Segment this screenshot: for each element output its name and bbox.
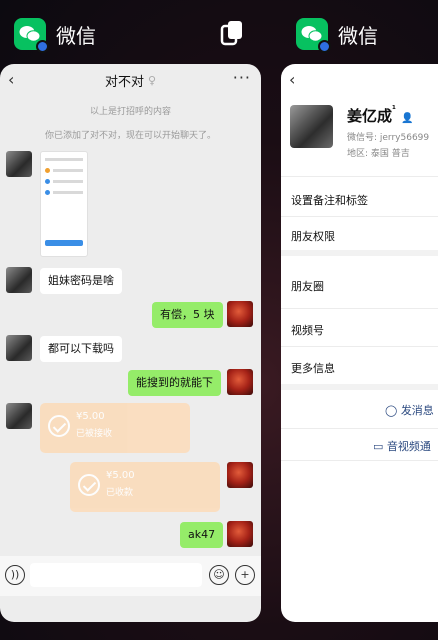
- my-avatar[interactable]: [227, 301, 253, 327]
- more-icon[interactable]: ···: [233, 68, 251, 87]
- transfer-amount: ¥5.00: [106, 470, 135, 481]
- input-bar: )) ☺ +: [0, 556, 261, 596]
- message-bubble[interactable]: 姐妹密码是啥: [40, 268, 122, 294]
- video-icon: ▭: [373, 440, 384, 453]
- chat-header: ‹ 对不对 ♀ ···: [0, 64, 261, 96]
- split-screen-icon[interactable]: [220, 20, 244, 46]
- system-message: 你已添加了对不对，现在可以开始聊天了。: [44, 131, 216, 141]
- right-app-name: 微信: [338, 23, 378, 48]
- message-bubble[interactable]: ak47: [180, 522, 224, 548]
- image-message[interactable]: [40, 151, 88, 257]
- right-app-label: 微信: [296, 18, 378, 53]
- chat-title: 对不对: [104, 74, 144, 90]
- my-avatar[interactable]: [227, 369, 253, 395]
- chat-window[interactable]: ‹ 对不对 ♀ ··· 以上是打招呼的内容 你已添加了对不对，现在可以开始聊天了…: [0, 64, 261, 622]
- friend-permission-item[interactable]: 朋友权限: [291, 228, 335, 244]
- contact-avatar[interactable]: [6, 267, 32, 293]
- chat-bubble-icon: ◯: [385, 404, 398, 417]
- check-icon: [48, 415, 70, 437]
- message-bubble[interactable]: 有偿，5 块: [152, 302, 223, 328]
- transfer-status: 已被接收: [76, 429, 113, 439]
- badge-icon: [36, 40, 49, 53]
- back-icon[interactable]: ‹: [289, 70, 295, 89]
- transfer-card[interactable]: ¥5.00 已收款: [70, 462, 220, 512]
- transfer-status: 已收款: [106, 488, 134, 498]
- shield-badge-icon: [318, 40, 331, 53]
- region: 地区: 泰国 普吉: [347, 149, 410, 159]
- more-info-item[interactable]: 更多信息: [291, 360, 335, 376]
- channels-item[interactable]: 视频号: [291, 322, 324, 338]
- profile-avatar[interactable]: [290, 105, 333, 148]
- transfer-card[interactable]: ¥5.00 已被接收: [40, 403, 190, 453]
- voice-icon[interactable]: )): [5, 565, 25, 585]
- contact-avatar[interactable]: [6, 403, 32, 429]
- contact-avatar[interactable]: [6, 151, 32, 177]
- my-avatar[interactable]: [227, 462, 253, 488]
- wechat-id: 微信号: jerry56699: [347, 133, 430, 143]
- system-message: 以上是打招呼的内容: [89, 107, 171, 117]
- check-icon: [78, 474, 100, 496]
- send-message-button[interactable]: ◯ 发消息: [385, 402, 434, 418]
- video-call-button[interactable]: ▭ 音视频通: [373, 438, 431, 454]
- message-input[interactable]: [30, 563, 202, 587]
- wechat-icon: [14, 18, 49, 53]
- profile-name: 姜亿成¹ 👤: [347, 105, 414, 125]
- wechat-icon: [296, 18, 331, 53]
- pin-icon: ♀: [147, 73, 157, 87]
- message-bubble[interactable]: 能搜到的就能下: [128, 370, 221, 396]
- add-icon[interactable]: +: [235, 565, 255, 585]
- back-icon[interactable]: ‹: [8, 70, 14, 89]
- remark-tags-item[interactable]: 设置备注和标签: [291, 192, 368, 208]
- contact-avatar[interactable]: [6, 335, 32, 361]
- my-avatar[interactable]: [227, 521, 253, 547]
- message-bubble[interactable]: 都可以下载吗: [40, 336, 122, 362]
- profile-window[interactable]: ‹ 姜亿成¹ 👤 微信号: jerry56699 地区: 泰国 普吉 设置备注和…: [281, 64, 438, 622]
- moments-item[interactable]: 朋友圈: [291, 278, 324, 294]
- emoji-icon[interactable]: ☺: [209, 565, 229, 585]
- transfer-amount: ¥5.00: [76, 411, 105, 422]
- left-app-label: 微信: [14, 18, 96, 53]
- left-app-name: 微信: [56, 23, 96, 48]
- watermark-text: 兆阳笔记: [318, 594, 394, 615]
- person-icon: 👤: [401, 113, 414, 124]
